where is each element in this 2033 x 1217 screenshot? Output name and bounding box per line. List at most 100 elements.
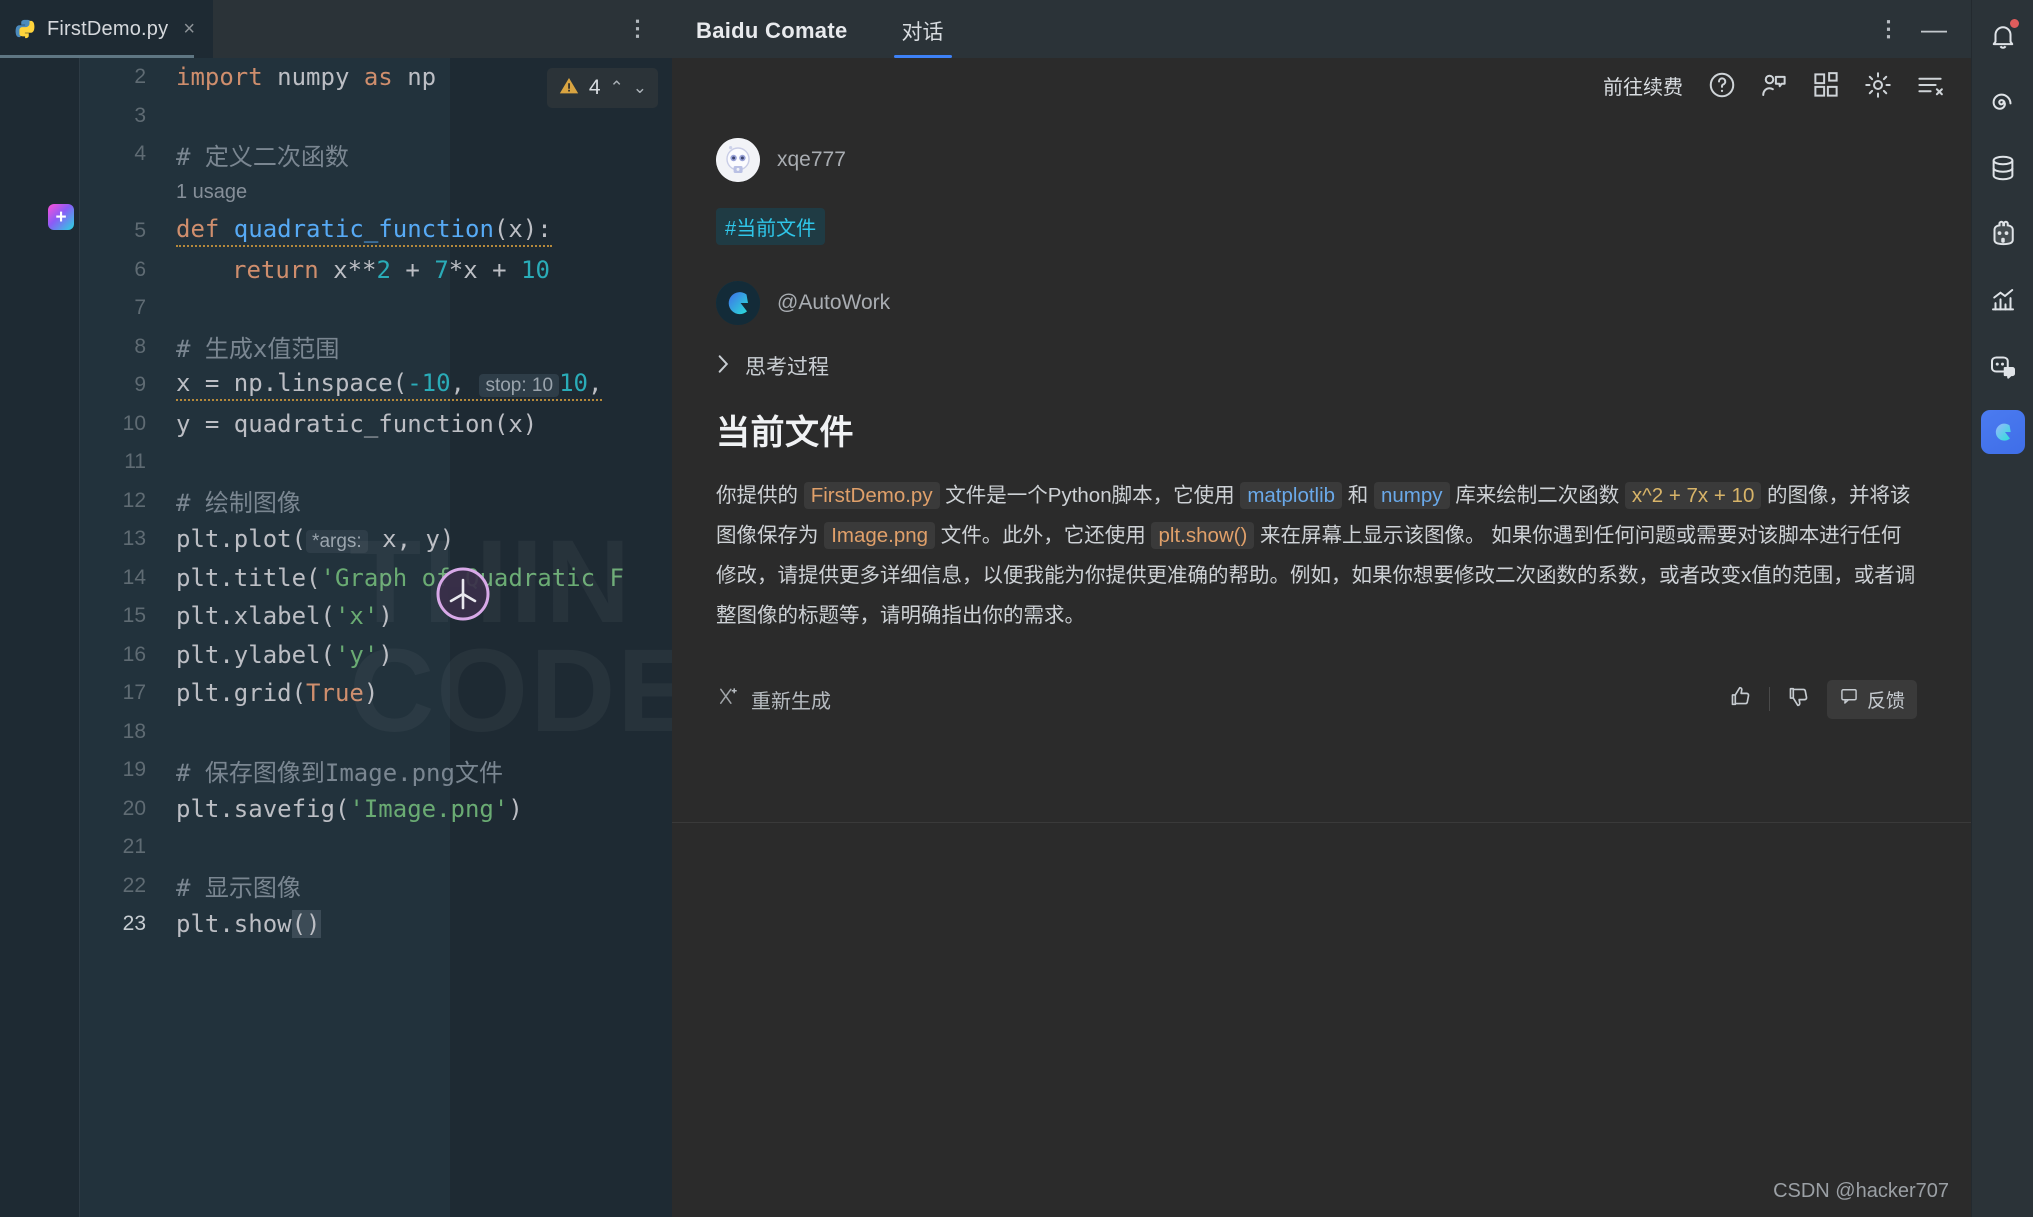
token-plain: plt.title( <box>176 563 321 592</box>
line-content: plt.show() <box>176 910 321 939</box>
token-plain: ) <box>363 679 379 708</box>
database-icon[interactable] <box>1981 146 2025 190</box>
chevron-right-icon <box>716 353 731 380</box>
warning-triangle-icon <box>558 75 580 102</box>
chart-icon[interactable] <box>1981 278 2025 322</box>
regenerate-button[interactable]: 重新生成 <box>716 685 831 714</box>
spiral-icon[interactable] <box>1981 80 2025 124</box>
code-line: 9 x = np.linspace(-10, stop: 10 10, <box>80 366 672 405</box>
code-editor[interactable]: THIN CODE 4 ⌃ ⌄ + <box>0 58 672 1217</box>
token-string: 'x' <box>334 602 379 631</box>
bot-chat-icon[interactable] <box>1981 344 2025 388</box>
token-keyword: True <box>306 679 364 708</box>
clear-list-icon[interactable] <box>1915 70 1945 100</box>
chevron-down-icon[interactable]: ⌄ <box>633 78 647 98</box>
inline-code-filename: FirstDemo.py <box>803 482 940 509</box>
line-number: 2 <box>134 65 146 89</box>
paragraph-text: 文件。此外，它还使用 <box>935 523 1152 547</box>
line-number: 22 <box>122 873 146 897</box>
line-number: 17 <box>122 681 146 705</box>
line-content: # 生成x值范围 <box>176 335 340 364</box>
line-number: 8 <box>134 334 146 358</box>
line-content: # 显示图像 <box>176 874 301 903</box>
token-keyword: as <box>363 63 393 92</box>
more-vertical-icon[interactable]: ⋮ <box>626 17 651 42</box>
ai-response-paragraph: 你提供的 FirstDemo.py 文件是一个Python脚本，它使用 matp… <box>716 476 1971 636</box>
inline-code-numpy: numpy <box>1373 482 1450 509</box>
csdn-watermark: CSDN @hacker707 <box>1773 1180 1949 1202</box>
chevron-up-icon[interactable]: ⌃ <box>610 78 624 98</box>
line-content: plt.grid(True) <box>176 679 378 707</box>
ai-identity-row: @AutoWork <box>716 281 1971 325</box>
renew-link[interactable]: 前往续费 <box>1603 71 1683 100</box>
token-plain: x, y) <box>367 525 455 554</box>
tab-dialogue[interactable]: 对话 <box>888 16 958 58</box>
line-number: 23 <box>122 912 146 936</box>
thinking-process-toggle[interactable]: 思考过程 <box>716 351 1971 381</box>
robot-avatar-icon <box>716 138 760 182</box>
line-number: 7 <box>134 296 146 320</box>
line-number: 11 <box>124 450 146 474</box>
token-plain: x** <box>318 255 377 284</box>
feedback-button[interactable]: 反馈 <box>1826 679 1917 719</box>
action-divider <box>1768 687 1770 712</box>
token-keyword: def <box>176 215 220 244</box>
current-file-tag[interactable]: #当前文件 <box>716 208 826 245</box>
inline-code-image: Image.png <box>824 521 936 549</box>
paragraph-text: 文件是一个Python脚本，它使用 <box>939 484 1241 507</box>
comate-gutter-action-icon[interactable]: + <box>48 204 74 230</box>
line-number: 14 <box>122 565 146 589</box>
comate-conversation: xqe777 #当前文件 @AutoWork 思考过程 当前文件 你提供的 Fi… <box>672 112 1971 1217</box>
token-plain: (x): <box>493 215 552 244</box>
line-content: plt.plot(*args: x, y) <box>176 525 455 554</box>
token-plain: np <box>392 63 437 92</box>
inline-code-matplotlib: matplotlib <box>1240 482 1343 509</box>
code-line: 11 <box>80 443 672 482</box>
username-label: xqe777 <box>777 148 846 171</box>
code-line: 8 # 生成x值范围 <box>80 328 672 367</box>
editor-tabbar: FirstDemo.py × ⋮ <box>0 0 672 58</box>
feedback-label: 反馈 <box>1866 690 1905 712</box>
line-content: def quadratic_function(x): <box>176 215 552 248</box>
editor-tab-firstdemo[interactable]: FirstDemo.py × <box>0 0 213 58</box>
regenerate-label: 重新生成 <box>751 690 831 713</box>
token-plain: plt.plot( <box>176 525 307 554</box>
line-number: 3 <box>134 103 146 127</box>
token-number: 10 <box>521 255 550 284</box>
code-usage-hint-line[interactable]: 1 usage <box>80 174 672 213</box>
bot-icon[interactable] <box>1981 212 2025 256</box>
line-number: 15 <box>122 604 146 628</box>
token-number: 2 <box>376 255 391 284</box>
more-vertical-icon[interactable]: ⋮ <box>1877 17 1902 42</box>
token-plain: x = np.linspace( <box>176 369 408 398</box>
token-plain: ) <box>508 794 523 823</box>
line-number: 13 <box>122 527 146 551</box>
thumbs-down-icon[interactable] <box>1786 684 1811 714</box>
close-icon[interactable]: × <box>183 19 195 39</box>
token-plain: numpy <box>262 63 364 92</box>
comate-logo-icon <box>716 281 760 325</box>
inspection-badge[interactable]: 4 ⌃ ⌄ <box>546 68 658 108</box>
user-chat-icon[interactable] <box>1759 70 1789 100</box>
ai-message: @AutoWork 思考过程 当前文件 你提供的 FirstDemo.py 文件… <box>672 245 1971 719</box>
thumbs-up-icon[interactable] <box>1728 684 1753 714</box>
code-line: 21 <box>80 828 672 867</box>
token-plain: () <box>291 910 321 939</box>
ide-editor-pane: FirstDemo.py × ⋮ THIN CODE 4 ⌃ ⌄ <box>0 0 672 1217</box>
help-circle-icon[interactable] <box>1707 70 1737 100</box>
line-content: import numpy as np <box>176 63 436 91</box>
usage-hint-label[interactable]: 1 usage <box>176 181 247 204</box>
user-identity-row: xqe777 <box>716 138 1971 182</box>
token-plain: plt.show <box>176 910 292 939</box>
mouse-cursor-highlight <box>434 565 492 623</box>
line-content: y = quadratic_function(x) <box>176 409 538 438</box>
paragraph-text: 库来绘制二次函数 <box>1449 484 1625 507</box>
inspection-count: 4 <box>588 76 601 99</box>
code-lines[interactable]: 2 import numpy as np 3 4 # 定义二次函数 1 usag… <box>80 58 672 1217</box>
token-plain: plt.grid( <box>176 679 307 708</box>
minimize-icon[interactable]: — <box>1921 16 1947 42</box>
comate-icon[interactable] <box>1980 410 2025 454</box>
gear-icon[interactable] <box>1863 70 1893 100</box>
notifications-icon[interactable] <box>1981 14 2025 58</box>
apps-grid-icon[interactable] <box>1811 70 1841 100</box>
